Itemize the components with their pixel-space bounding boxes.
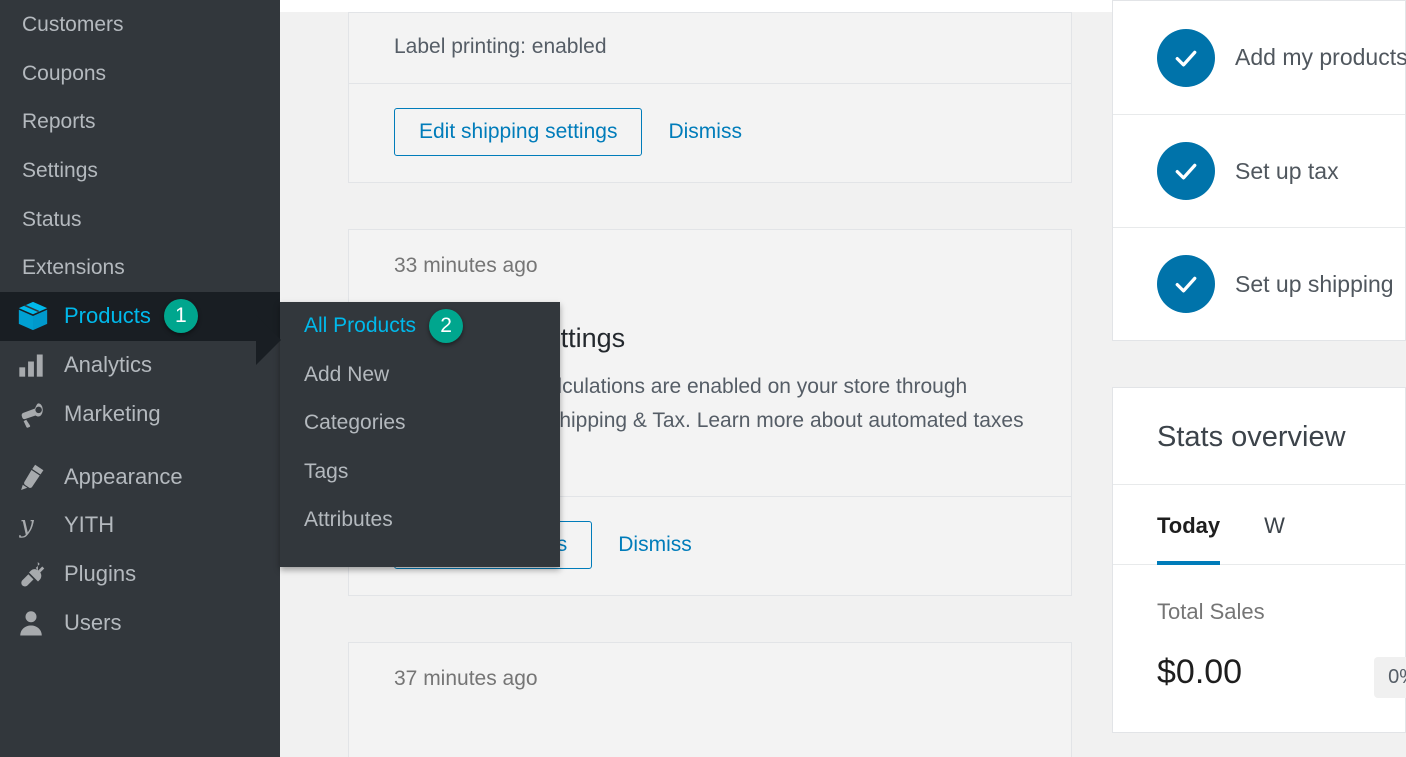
task-label: Add my products — [1235, 44, 1406, 70]
shipping-dismiss-link[interactable]: Dismiss — [668, 120, 742, 144]
users-person-icon — [16, 608, 54, 638]
total-sales-delta-badge: 0% — [1374, 657, 1406, 698]
sidebar-item-extensions[interactable]: Extensions — [0, 243, 280, 292]
sidebar-item-products[interactable]: Products 1 — [0, 292, 280, 341]
third-card-timestamp: 37 minutes ago — [394, 667, 538, 691]
marketing-megaphone-icon — [16, 399, 54, 429]
total-sales-stat: Total Sales $0.00 0% — [1113, 565, 1406, 732]
sidebar-item-analytics[interactable]: Analytics — [0, 341, 280, 390]
side-column: Add my products Set up tax Set up shippi… — [1112, 0, 1406, 757]
total-sales-value: $0.00 — [1157, 653, 1243, 691]
tax-card-timestamp: 33 minutes ago — [394, 254, 538, 277]
sidebar-item-label: Coupons — [22, 61, 107, 85]
sidebar-divider — [0, 438, 280, 452]
flyout-item-label: Categories — [304, 411, 406, 435]
task-label: Set up tax — [1235, 157, 1339, 184]
yith-logo-icon: y — [16, 510, 54, 540]
sidebar-item-plugins[interactable]: Plugins — [0, 550, 280, 599]
task-row[interactable]: Set up shipping — [1113, 227, 1405, 340]
shipping-card-lead: Label printing: enabled — [394, 35, 607, 58]
sidebar-item-label: Analytics — [64, 352, 153, 378]
sidebar-item-label: YITH — [64, 512, 115, 538]
sidebar-item-label: Customers — [22, 12, 124, 36]
flyout-item-tags[interactable]: Tags — [280, 448, 560, 497]
sidebar-item-label: Settings — [22, 158, 98, 182]
tab-today[interactable]: Today — [1157, 485, 1221, 565]
flyout-item-label: Attributes — [304, 508, 393, 532]
plugins-plug-icon — [16, 559, 54, 589]
check-icon — [1157, 142, 1215, 200]
flyout-item-label: Tags — [304, 459, 349, 483]
appearance-paintbrush-icon — [16, 462, 54, 492]
sidebar-item-label: Users — [64, 609, 122, 635]
sidebar-item-appearance[interactable]: Appearance — [0, 452, 280, 501]
sidebar-item-label: Products — [64, 303, 151, 329]
flyout-item-label: Add New — [304, 362, 390, 386]
sidebar-item-customers[interactable]: Customers — [0, 0, 280, 49]
sidebar-item-marketing[interactable]: Marketing — [0, 390, 280, 439]
setup-task-list-panel: Add my products Set up tax Set up shippi… — [1112, 0, 1406, 341]
task-row[interactable]: Set up tax — [1113, 114, 1405, 227]
all-products-count-badge: 2 — [429, 309, 464, 344]
stats-overview-title: Stats overview — [1113, 388, 1405, 485]
sidebar-item-label: Appearance — [64, 463, 183, 489]
analytics-bars-icon — [16, 350, 54, 380]
edit-shipping-settings-button[interactable]: Edit shipping settings — [394, 108, 643, 156]
sidebar-subitems-group: Customers Coupons Reports Settings Statu… — [0, 0, 280, 292]
flyout-item-categories[interactable]: Categories — [280, 399, 560, 448]
shipping-card-actions: Edit shipping settings Dismiss — [349, 83, 1071, 182]
task-label: Set up shipping — [1235, 270, 1394, 297]
sidebar-item-users[interactable]: Users — [0, 598, 280, 647]
svg-text:y: y — [19, 510, 35, 539]
sidebar-item-label: Marketing — [64, 400, 161, 426]
products-box-icon — [16, 301, 54, 331]
check-icon — [1157, 255, 1215, 313]
sidebar-item-reports[interactable]: Reports — [0, 97, 280, 146]
check-icon — [1157, 28, 1215, 87]
admin-screen: Customers Coupons Reports Settings Statu… — [0, 0, 1406, 757]
products-count-badge: 1 — [163, 299, 198, 334]
sidebar-item-settings[interactable]: Settings — [0, 146, 280, 195]
third-notice-card: 37 minutes ago — [348, 642, 1072, 757]
sidebar-item-label: Extensions — [22, 256, 125, 280]
total-sales-label: Total Sales — [1157, 599, 1265, 624]
flyout-arrow-icon — [256, 315, 281, 365]
sidebar-item-label: Status — [22, 207, 82, 231]
shipping-notice-card: Label printing: enabled Edit shipping se… — [348, 12, 1072, 183]
stats-tabs: Today W — [1113, 485, 1405, 565]
sidebar-item-yith[interactable]: y YITH — [0, 501, 280, 550]
flyout-item-label: All Products — [304, 314, 417, 338]
admin-sidebar: Customers Coupons Reports Settings Statu… — [0, 0, 280, 757]
flyout-item-all-products[interactable]: All Products 2 — [280, 302, 560, 351]
flyout-item-add-new[interactable]: Add New — [280, 351, 560, 400]
products-flyout-menu: All Products 2 Add New Categories Tags A… — [256, 302, 560, 567]
sidebar-item-label: Reports — [22, 110, 96, 134]
stats-overview-panel: Stats overview Today W Total Sales $0.00… — [1112, 387, 1406, 733]
flyout-item-attributes[interactable]: Attributes — [280, 496, 560, 545]
sidebar-item-coupons[interactable]: Coupons — [0, 49, 280, 98]
task-row[interactable]: Add my products — [1113, 1, 1406, 114]
sidebar-item-status[interactable]: Status — [0, 195, 280, 244]
tax-dismiss-link[interactable]: Dismiss — [618, 533, 692, 557]
tax-card-text-line3: about automated taxes — [809, 409, 1024, 433]
sidebar-item-label: Plugins — [64, 560, 137, 586]
tab-week-to-date[interactable]: W — [1264, 485, 1285, 565]
